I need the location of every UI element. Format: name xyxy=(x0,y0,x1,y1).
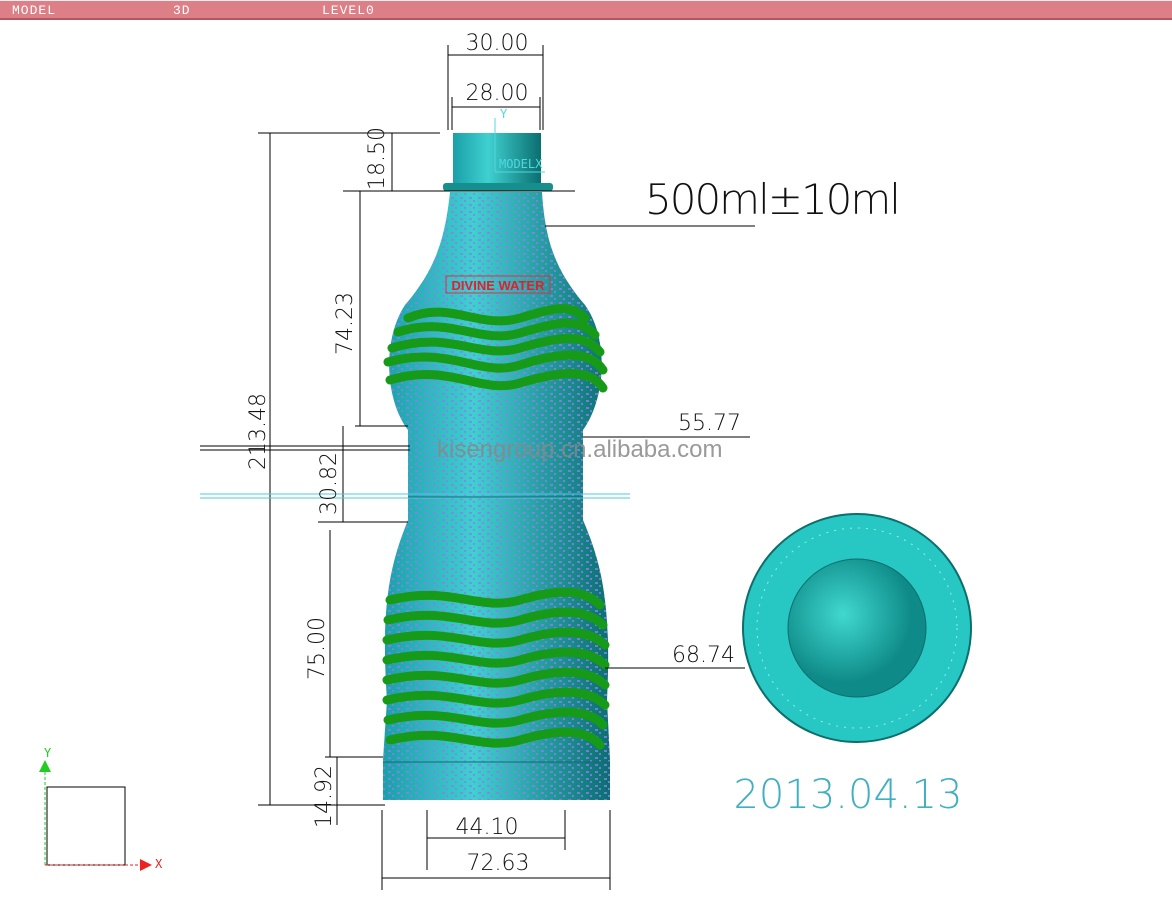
dim-waist-diameter: 55.77 xyxy=(678,411,741,436)
dim-lower-body-height: 75.00 xyxy=(305,617,330,680)
volume-label: 500ml±10ml xyxy=(645,175,899,224)
dim-neck-outer: 30.00 xyxy=(466,31,529,56)
view-axis-triad xyxy=(39,760,152,871)
neck-flange xyxy=(443,183,553,191)
view-axis-y: Y xyxy=(44,746,52,760)
view-axis-x: X xyxy=(155,857,163,871)
dim-shoulder-height: 74.23 xyxy=(333,292,358,355)
cad-viewport[interactable]: DIVINE WATER Y MODELX 30.00 28.00 18.50 … xyxy=(0,0,1172,900)
bottom-view[interactable] xyxy=(742,513,972,743)
dim-finish-height: 18.50 xyxy=(365,127,390,190)
brand-label: DIVINE WATER xyxy=(452,278,546,293)
date-label: 2013.04.13 xyxy=(733,772,962,818)
model-axis-y: Y xyxy=(500,107,508,121)
model-axis-x: MODELX xyxy=(499,157,543,171)
dim-waist-height: 30.82 xyxy=(317,452,342,515)
dim-base-outer: 72.63 xyxy=(467,851,530,876)
dim-body-diameter: 68.74 xyxy=(672,643,735,668)
dim-total-height: 213.48 xyxy=(246,393,271,470)
dim-base-inner: 44.10 xyxy=(456,815,519,840)
watermark: kisengroup.cn.alibaba.com xyxy=(437,436,723,463)
dim-neck-inner: 28.00 xyxy=(466,81,529,106)
dim-base-height: 14.92 xyxy=(312,765,337,828)
bottle-model[interactable]: DIVINE WATER xyxy=(382,133,610,800)
